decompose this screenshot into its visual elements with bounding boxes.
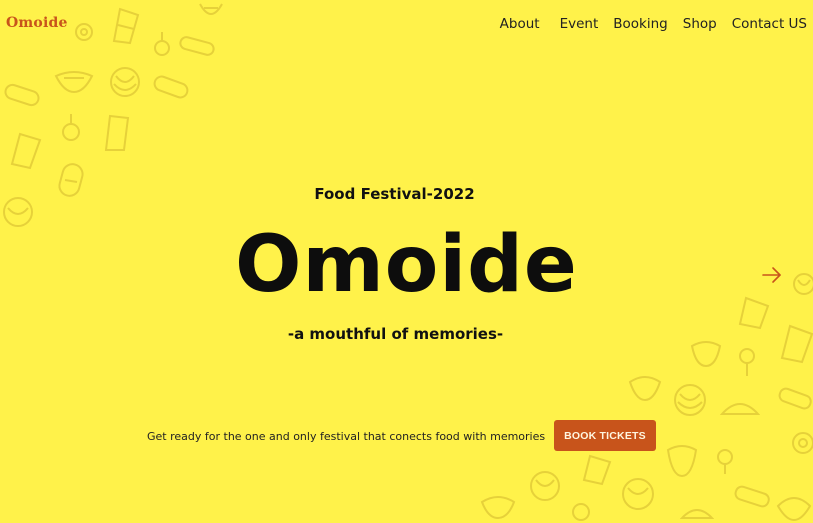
nav-link-contact[interactable]: Contact US <box>732 16 807 32</box>
food-doodle-icon <box>734 485 770 508</box>
food-doodle-icon <box>666 445 698 478</box>
food-doodle-icon <box>680 509 714 519</box>
food-doodle-icon <box>717 449 733 474</box>
food-doodle-icon <box>154 32 170 56</box>
book-tickets-button[interactable]: BOOK TICKETS <box>554 420 656 451</box>
food-doodle-icon <box>530 471 560 501</box>
nav-link-event[interactable]: Event <box>560 16 599 32</box>
nav-link-booking[interactable]: Booking <box>613 16 667 32</box>
food-doodle-icon <box>628 376 662 402</box>
food-doodle-icon <box>110 67 140 97</box>
food-doodle-icon <box>104 114 130 151</box>
food-doodle-icon <box>622 478 654 510</box>
main-nav: About Event Booking Shop Contact US <box>485 16 807 32</box>
food-doodle-icon <box>10 132 42 170</box>
food-doodle-icon <box>112 7 140 45</box>
food-doodle-icon <box>179 36 215 56</box>
hero-title: Omoide <box>235 220 578 310</box>
food-doodle-icon <box>480 496 516 520</box>
cta-text: Get ready for the one and only festival … <box>147 430 546 443</box>
hero-tagline: -a mouthful of memories- <box>287 325 504 343</box>
food-doodle-icon <box>572 503 590 521</box>
site-logo[interactable]: Omoide <box>6 15 68 31</box>
food-doodle-icon <box>720 403 760 415</box>
food-doodle-icon <box>62 114 80 141</box>
food-doodle-icon <box>54 71 94 94</box>
arrow-right-icon[interactable] <box>760 264 784 286</box>
hero-kicker: Food Festival-2022 <box>314 185 475 203</box>
nav-link-about[interactable]: About <box>500 16 540 32</box>
food-doodle-icon <box>776 497 812 522</box>
food-doodle-icon <box>4 83 40 107</box>
food-doodle-icon <box>674 384 706 416</box>
page: Omoide About Event Booking Shop Contact … <box>0 0 813 523</box>
food-doodle-icon <box>792 432 813 454</box>
food-doodle-icon <box>153 75 189 99</box>
food-doodle-icon <box>199 3 223 15</box>
food-doodle-icon <box>739 348 755 376</box>
food-doodle-icon <box>582 454 612 486</box>
food-doodle-icon <box>75 23 93 41</box>
nav-link-shop[interactable]: Shop <box>683 16 717 32</box>
food-doodle-icon <box>778 387 812 410</box>
